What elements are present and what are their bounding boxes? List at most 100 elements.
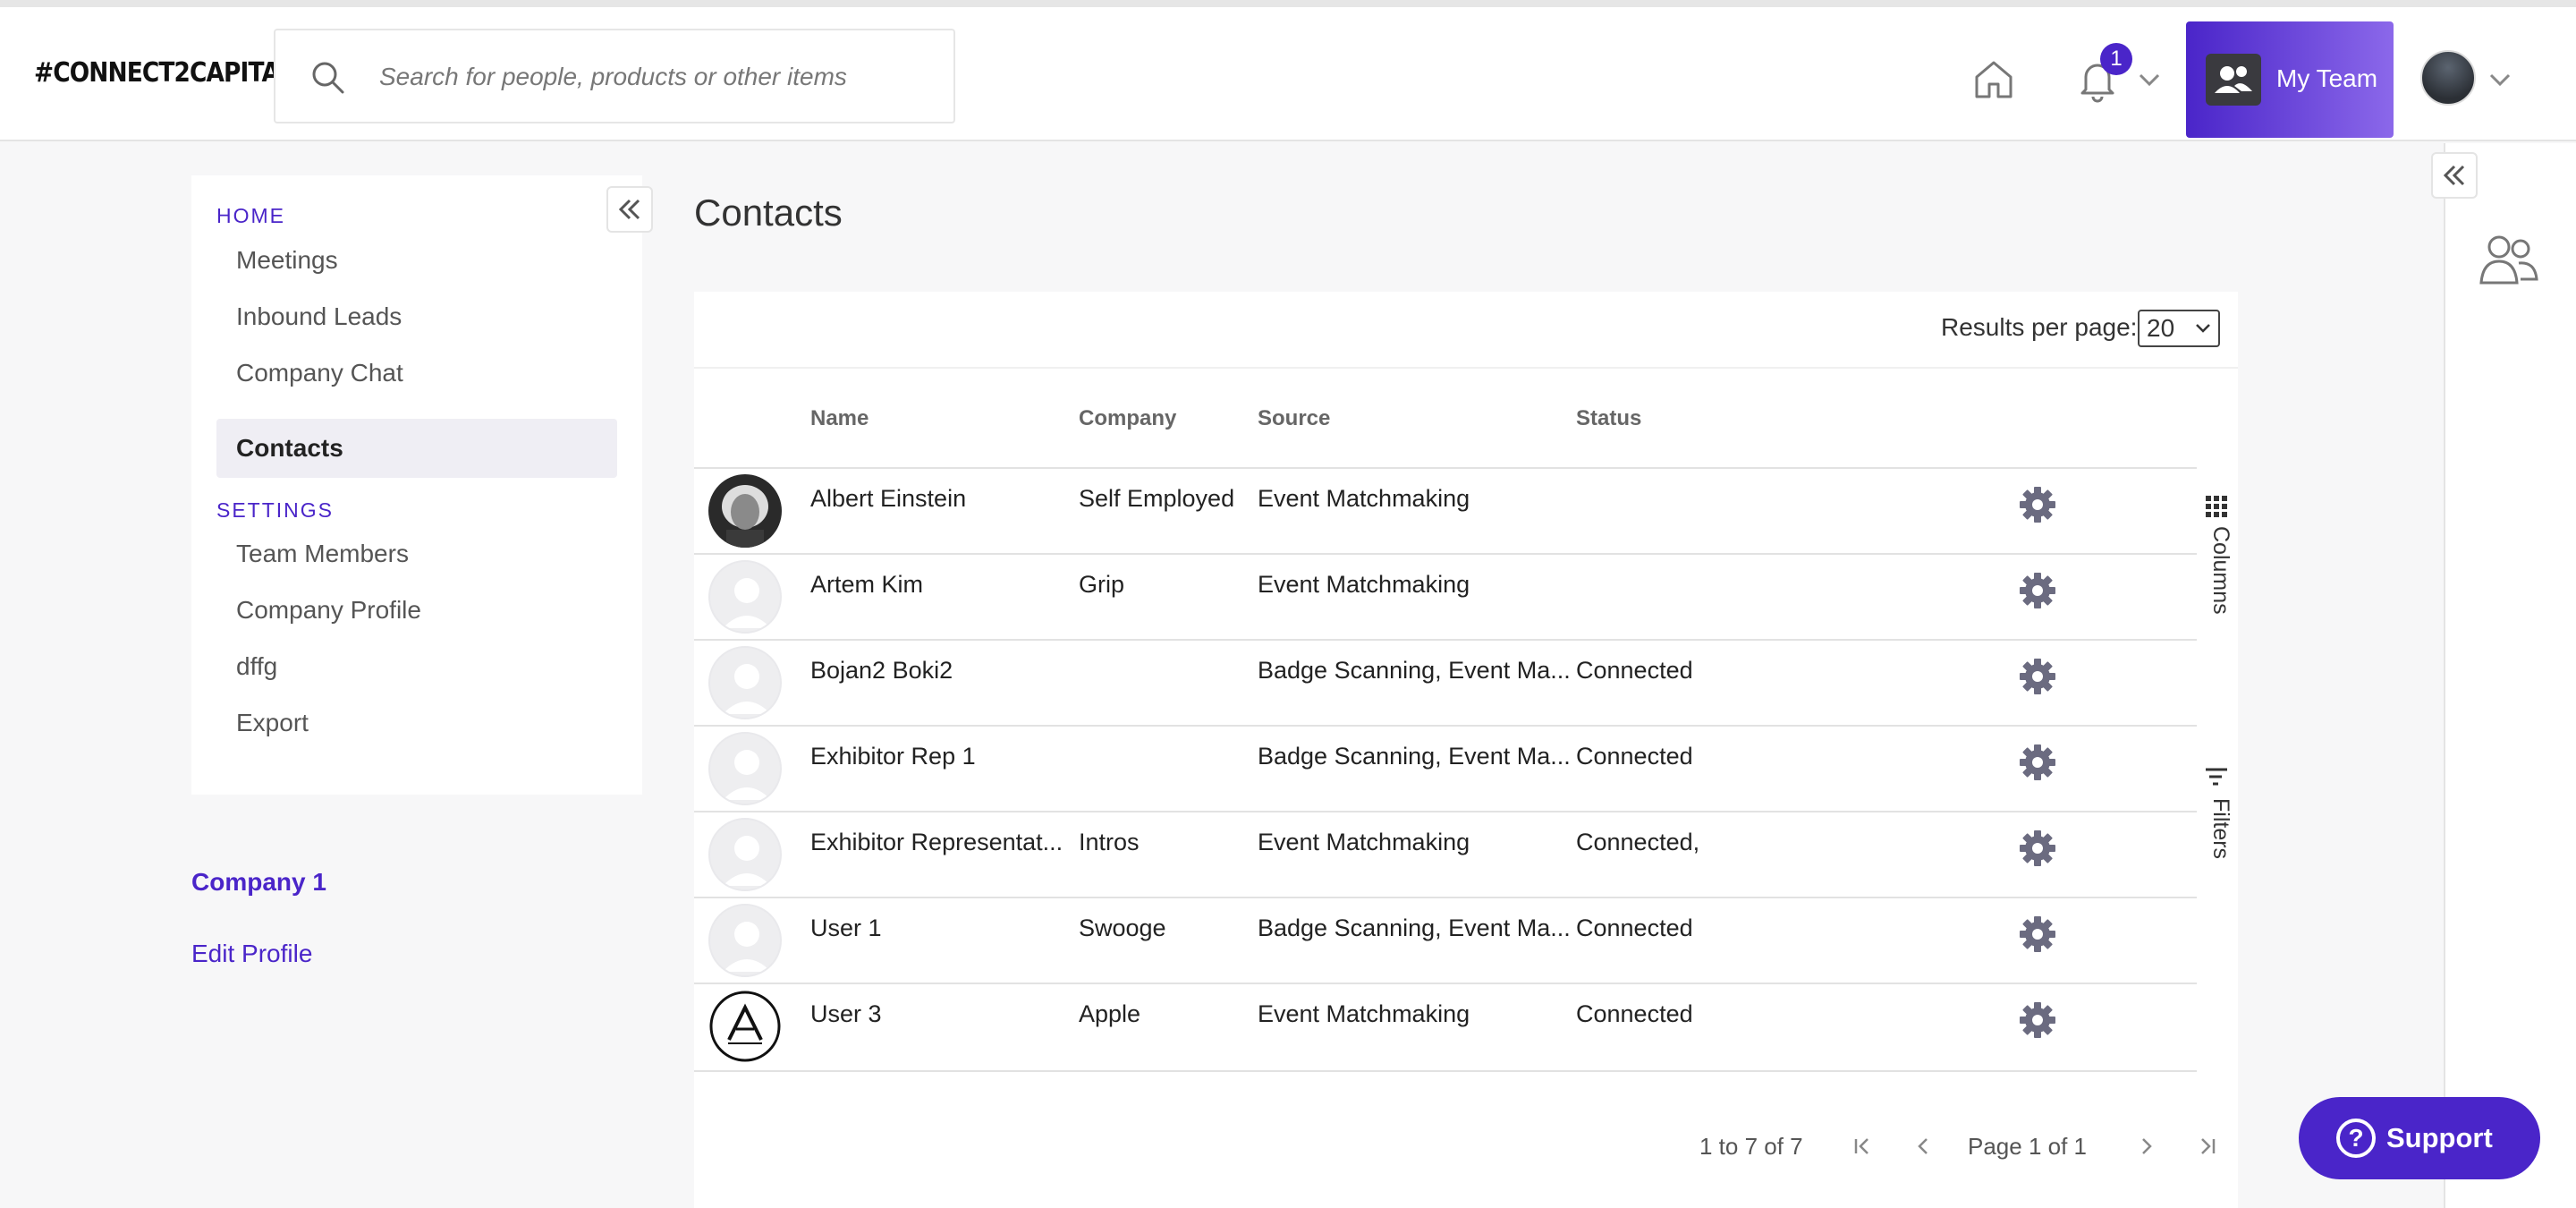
gear-icon[interactable]: [2018, 915, 2057, 954]
sidebar-item-export[interactable]: Export: [216, 693, 617, 753]
contact-name[interactable]: Bojan2 Boki2: [810, 657, 953, 685]
column-header-company[interactable]: Company: [1079, 406, 1176, 431]
contacts-panel: Results per page: 20 Name Company Source…: [694, 292, 2238, 1208]
default-avatar-icon: [708, 646, 782, 719]
gear-icon[interactable]: [2018, 657, 2057, 696]
pagination-range: 1 to 7 of 7: [1699, 1133, 1803, 1160]
gear-icon[interactable]: [2018, 743, 2057, 782]
contact-name[interactable]: Exhibitor Representat...: [810, 829, 1063, 856]
default-avatar-icon: [708, 904, 782, 977]
home-icon[interactable]: [1971, 57, 2016, 102]
first-page-icon[interactable]: [1848, 1131, 1878, 1161]
contact-name[interactable]: Exhibitor Rep 1: [810, 743, 976, 770]
contact-source: Badge Scanning, Event Ma...: [1258, 657, 1571, 684]
grid-icon: [2206, 496, 2227, 517]
results-per-page-select[interactable]: 20: [2138, 310, 2220, 347]
contact-status: Connected: [1576, 1000, 1693, 1027]
table-row[interactable]: Exhibitor Rep 1 Badge Scanning, Event Ma.…: [694, 725, 2197, 811]
contact-source: Event Matchmaking: [1258, 485, 1470, 512]
columns-label: Columns: [2208, 526, 2233, 615]
table-row[interactable]: User 1 Swooge Badge Scanning, Event Ma... C…: [694, 897, 2197, 983]
contact-company: Swooge: [1079, 915, 1166, 941]
chevron-down-icon[interactable]: [2487, 66, 2513, 93]
contact-source: Badge Scanning, Event Ma...: [1258, 743, 1571, 770]
notifications-button[interactable]: 1: [2073, 43, 2163, 106]
my-team-label: My Team: [2276, 64, 2378, 92]
table-row[interactable]: Bojan2 Boki2 Badge Scanning, Event Ma... C…: [694, 639, 2197, 725]
sidebar-item-company-chat[interactable]: Company Chat: [216, 344, 617, 403]
sidebar-item-company-profile[interactable]: Company Profile: [216, 581, 617, 640]
right-rail: [2444, 143, 2576, 1208]
table-row[interactable]: Artem Kim Grip Event Matchmaking: [694, 553, 2197, 639]
sidebar-item-meetings[interactable]: Meetings: [216, 231, 617, 290]
chevron-down-icon: [2193, 319, 2213, 338]
sidebar-item-dffg[interactable]: dffg: [216, 637, 617, 696]
contact-status: Connected,: [1576, 829, 1700, 855]
column-header-name[interactable]: Name: [810, 406, 869, 431]
contact-source: Event Matchmaking: [1258, 829, 1470, 855]
results-per-page-label: Results per page:: [1941, 313, 2138, 341]
support-label: Support: [2386, 1122, 2493, 1153]
company-logo: [708, 990, 782, 1063]
default-avatar-icon: [708, 818, 782, 891]
page-title: Contacts: [694, 191, 843, 234]
pagination-page: Page 1 of 1: [1968, 1133, 2087, 1160]
contact-status: Connected: [1576, 915, 1693, 941]
sidebar-item-team-members[interactable]: Team Members: [216, 524, 617, 583]
people-icon[interactable]: [2478, 229, 2540, 288]
last-page-icon[interactable]: [2191, 1131, 2222, 1161]
brand-logo[interactable]: #CONNECT2CAPITAL: [34, 57, 294, 89]
table-row[interactable]: User 3 Apple Event Matchmaking Connected: [694, 983, 2197, 1068]
search-box[interactable]: Search for people, products or other ite…: [274, 29, 955, 123]
sidebar-section-home: HOME: [216, 204, 285, 227]
search-input[interactable]: Search for people, products or other ite…: [379, 63, 847, 91]
previous-page-icon[interactable]: [1909, 1131, 1939, 1161]
gear-icon[interactable]: [2018, 1000, 2057, 1040]
contact-company: Grip: [1079, 571, 1125, 598]
collapse-right-panel-button[interactable]: [2431, 152, 2478, 199]
contact-company: Apple: [1079, 1000, 1141, 1027]
contact-name[interactable]: Albert Einstein: [810, 485, 966, 513]
gear-icon[interactable]: [2018, 485, 2057, 524]
contact-status: Connected: [1576, 743, 1693, 770]
filters-toggle[interactable]: Filters: [2204, 766, 2240, 859]
columns-toggle[interactable]: Columns: [2204, 494, 2240, 615]
contact-name[interactable]: User 3: [810, 1000, 882, 1028]
divider: [694, 1070, 2197, 1072]
table-row[interactable]: Albert Einstein Self Employed Event Matchm…: [694, 467, 2197, 553]
user-avatar[interactable]: [2420, 50, 2476, 106]
filters-label: Filters: [2208, 798, 2233, 860]
next-page-icon[interactable]: [2131, 1131, 2161, 1161]
contact-name[interactable]: Artem Kim: [810, 571, 923, 599]
my-team-button[interactable]: My Team: [2186, 21, 2394, 138]
table-row[interactable]: Exhibitor Representat... Intros Event Matc…: [694, 811, 2197, 897]
sidebar-item-contacts[interactable]: Contacts: [216, 419, 617, 478]
chevron-down-icon[interactable]: [2136, 66, 2163, 93]
company-link[interactable]: Company 1: [191, 868, 326, 897]
sidebar: HOME Meetings Inbound Leads Company Chat…: [191, 175, 642, 795]
team-icon: [2206, 54, 2261, 106]
sidebar-item-inbound-leads[interactable]: Inbound Leads: [216, 287, 617, 346]
contact-source: Badge Scanning, Event Ma...: [1258, 915, 1571, 941]
default-avatar-icon: [708, 560, 782, 634]
gear-icon[interactable]: [2018, 571, 2057, 610]
contact-company: Self Employed: [1079, 485, 1235, 512]
filter-icon: [2206, 768, 2227, 786]
contact-name[interactable]: User 1: [810, 915, 882, 942]
contact-company: Intros: [1079, 829, 1140, 855]
gear-icon[interactable]: [2018, 829, 2057, 868]
column-header-source[interactable]: Source: [1258, 406, 1330, 431]
top-bar: #CONNECT2CAPITAL Search for people, prod…: [0, 0, 2576, 141]
default-avatar-icon: [708, 732, 782, 805]
double-chevron-left-icon: [618, 199, 640, 220]
edit-profile-link[interactable]: Edit Profile: [191, 940, 312, 968]
contact-source: Event Matchmaking: [1258, 1000, 1470, 1027]
sidebar-section-settings: SETTINGS: [216, 498, 335, 522]
divider: [694, 367, 2238, 369]
collapse-sidebar-button[interactable]: [606, 186, 653, 233]
notification-badge: 1: [2100, 43, 2132, 75]
support-button[interactable]: ? Support: [2299, 1097, 2540, 1179]
contact-status: Connected: [1576, 657, 1693, 684]
avatar: [708, 474, 782, 548]
column-header-status[interactable]: Status: [1576, 406, 1641, 431]
